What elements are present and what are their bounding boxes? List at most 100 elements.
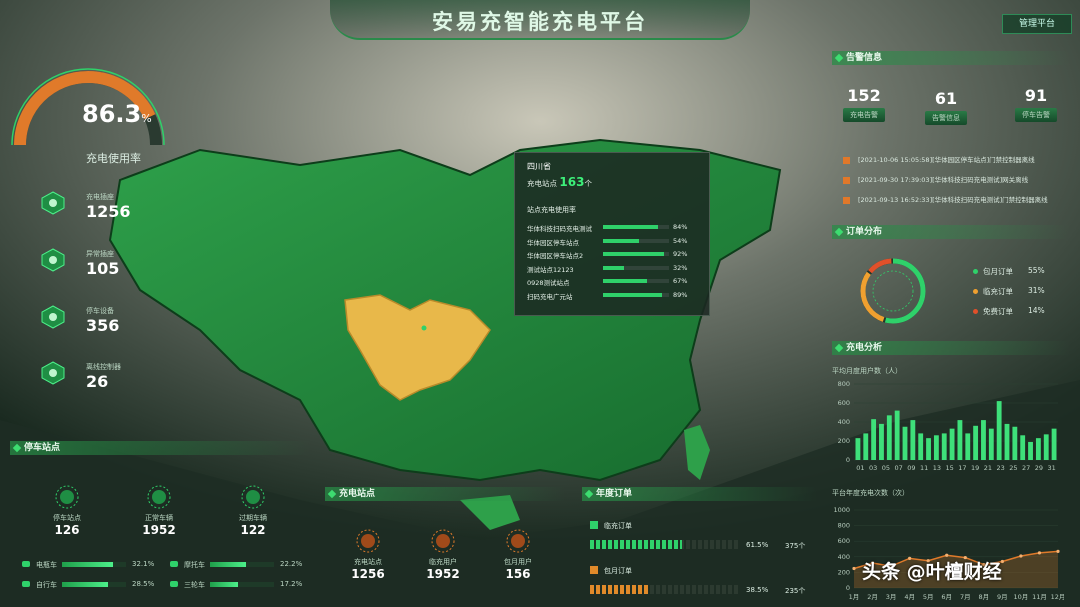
vehicle-label: 自行车: [36, 581, 57, 589]
parking-stat-label: 停车站点: [53, 514, 81, 522]
legend-dot: [973, 269, 978, 274]
management-platform-button[interactable]: 管理平台: [1002, 14, 1072, 34]
order-pct: 38.5%: [746, 586, 769, 594]
x-tick-label: 07: [894, 464, 902, 472]
order-count: 375个: [785, 542, 806, 550]
bar: [886, 415, 892, 460]
bar: [1028, 441, 1033, 460]
data-point: [1037, 551, 1042, 555]
tooltip-usage-pct: 84%: [673, 223, 688, 231]
alarm-item[interactable]: [2021-10-06 15:05:58][华体园区停车站点]门禁控制器离线: [843, 154, 1035, 164]
charging-station-section-title: 充电站点: [325, 487, 565, 501]
legend-pct: 14%: [1028, 306, 1045, 315]
tooltip-usage-pct: 92%: [673, 250, 688, 258]
x-tick-label: 19: [971, 464, 979, 472]
tooltip-usage-bar: [603, 292, 669, 297]
charging-stat-value: 156: [505, 567, 531, 581]
x-tick-label: 25: [1009, 464, 1017, 472]
vehicle-pct: 17.2%: [280, 580, 303, 588]
y-tick-label: 0: [846, 584, 850, 592]
bar: [879, 423, 884, 460]
vehicle-bar: [62, 562, 126, 567]
alarm-text: [2021-09-13 16:52:33][华体科技扫码充电测试]门禁控制器离线: [858, 196, 1048, 204]
tooltip-station-name: 华体园区停车站点: [527, 238, 579, 247]
parking-stat-label: 正常车辆: [145, 514, 173, 522]
order-progress-bar: [590, 540, 740, 549]
annual-charge-line-chart: 0 200 400 600 800 1000 1月 2月 3月 4月 5月 6月 7月 8月 9月 10月 11…: [833, 506, 1064, 601]
parking-stat-value: 1952: [142, 523, 176, 537]
vehicle-label: 电瓶车: [36, 561, 57, 569]
parking-stat-value: 122: [240, 523, 266, 537]
alarm-icon: [843, 156, 850, 164]
x-tick-label: 9月: [997, 593, 1008, 601]
vehicle-icon: [170, 581, 178, 587]
vehicle-icon: [170, 561, 178, 567]
x-tick-label: 1月: [849, 593, 860, 601]
alarm-icon: [843, 176, 850, 184]
alarm-item[interactable]: [2021-09-13 16:52:33][华体科技扫码充电测试]门禁控制器离线: [843, 194, 1048, 204]
alarm-counter-label: 告警信息: [932, 114, 960, 122]
y-tick-label: 200: [838, 568, 850, 576]
tooltip-station-name: 扫码充电广元站: [527, 292, 573, 301]
legend-label: 免费订单: [983, 307, 1013, 316]
y-tick-label: 600: [838, 537, 850, 545]
tooltip-station-name: 测试站点12123: [527, 265, 574, 274]
alarm-icon: [843, 196, 850, 204]
alarm-item[interactable]: [2021-09-30 17:39:03][华体科技扫码充电测试]网关离线: [843, 174, 1028, 184]
tooltip-usage-bar: [603, 238, 669, 243]
kpi-value: 1256: [86, 202, 131, 221]
alarm-counter-value: 152: [847, 86, 881, 105]
legend-pct: 31%: [1028, 286, 1045, 295]
order-pct: 61.5%: [746, 541, 769, 549]
charging-stat-label: 充电站点: [354, 558, 382, 566]
vehicle-icon: [22, 561, 30, 567]
x-tick-label: 8月: [978, 593, 989, 601]
bar: [941, 433, 947, 460]
annual-charge-chart-title: 平台年度充电次数（次）: [832, 489, 909, 497]
legend-dot: [973, 309, 978, 314]
socket-icon: [40, 190, 66, 216]
charging-stat-value: 1256: [351, 567, 385, 581]
x-tick-label: 17: [958, 464, 966, 472]
charging-analysis-section-title: 充电分析: [832, 341, 1070, 355]
kpi-value: 26: [86, 372, 109, 391]
annual-orders-section-title: 年度订单: [582, 487, 817, 501]
tooltip-stations: 充电站点 163个: [527, 175, 592, 189]
parking-stat-icon: [54, 484, 80, 514]
order-type-icon: [590, 521, 598, 529]
legend-pct: 55%: [1028, 266, 1045, 275]
kpi-label: 充电插座: [86, 193, 114, 201]
parking-stat-value: 126: [54, 523, 80, 537]
y-tick-label: 400: [838, 553, 850, 561]
bar: [902, 426, 908, 460]
bar: [863, 433, 869, 460]
y-tick-label: 200: [838, 437, 850, 445]
province-tooltip: 四川省 充电站点 163个 站点充电使用率 华体科技扫码充电测试 84% 华体园区停…: [514, 152, 710, 316]
legend-label: 临充订单: [983, 287, 1013, 296]
watermark: 头条 @叶檀财经: [862, 561, 1002, 583]
bar: [1043, 434, 1049, 460]
warning-icon: [40, 247, 66, 273]
bar: [1051, 428, 1057, 460]
x-tick-label: 29: [1035, 464, 1043, 472]
monthly-users-bar-chart: 0 200 400 600 800 01 03 05 07 09 11 13 15 17 19 21 23 25 2…: [838, 380, 1058, 472]
tooltip-usage-pct: 67%: [673, 277, 688, 285]
tooltip-station-name: 0928测试站点: [527, 279, 570, 287]
x-tick-label: 03: [869, 464, 877, 472]
tooltip-usage-pct: 54%: [673, 236, 688, 245]
tooltip-usage-pct: 32%: [673, 263, 688, 272]
vehicle-icon: [22, 581, 30, 587]
bar: [855, 438, 861, 460]
x-tick-label: 4月: [904, 593, 915, 601]
tooltip-station-name: 华体园区停车站点2: [527, 252, 584, 260]
bar: [981, 420, 986, 460]
charging-stat-label: 包月用户: [504, 558, 532, 566]
tooltip-station-name: 华体科技扫码充电测试: [527, 225, 592, 233]
kpi-label: 异常插座: [86, 250, 114, 258]
bar: [949, 428, 955, 460]
bar: [1004, 423, 1010, 460]
bar: [933, 435, 939, 460]
vehicle-bar: [62, 582, 126, 587]
order-count: 235个: [785, 587, 806, 595]
x-tick-label: 7月: [960, 593, 971, 601]
